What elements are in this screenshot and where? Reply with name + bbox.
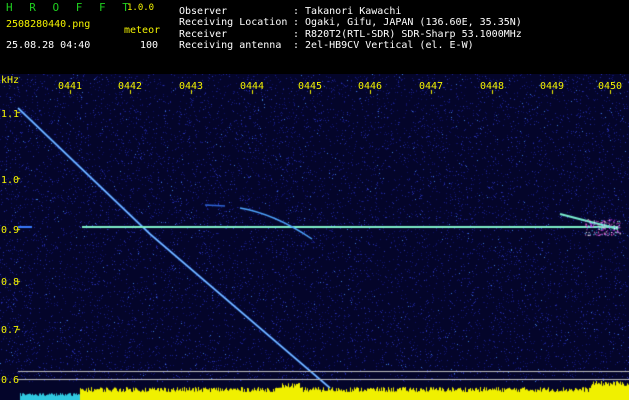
y-tick-label: 0.7 bbox=[1, 325, 20, 336]
field-label-observer: Observer bbox=[179, 6, 228, 17]
app-version: 1.0.0 bbox=[127, 3, 155, 13]
x-tick-label: 0447 bbox=[419, 81, 444, 92]
field-label-antenna: Receiving antenna bbox=[179, 40, 282, 51]
field-label-receiver: Receiver bbox=[179, 29, 228, 40]
y-unit-label: kHz bbox=[1, 75, 20, 86]
y-tick-label: 1.1 bbox=[1, 109, 20, 120]
x-tick-label: 0449 bbox=[540, 81, 565, 92]
file-name: 2508280440.png bbox=[6, 19, 91, 30]
app-brand: H R O F F T bbox=[6, 1, 134, 14]
field-value-receiver: : R820T2(RTL-SDR) SDR-Sharp 53.1000MHz bbox=[293, 29, 522, 40]
field-label-location: Receiving Location bbox=[179, 17, 288, 28]
x-tick-label: 0442 bbox=[118, 81, 143, 92]
x-tick-label: 0448 bbox=[480, 81, 505, 92]
header-panel: H R O F F T 1.0.0 2508280440.png meteor … bbox=[0, 0, 629, 74]
y-tick-label: 0.9 bbox=[1, 225, 20, 236]
field-value-observer: : Takanori Kawachi bbox=[293, 6, 402, 17]
x-tick-label: 0441 bbox=[58, 81, 83, 92]
field-value-location: : Ogaki, Gifu, JAPAN (136.60E, 35.35N) bbox=[293, 17, 522, 28]
x-tick-label: 0446 bbox=[358, 81, 383, 92]
mode-label: meteor bbox=[124, 25, 161, 36]
y-tick-label: 0.6 bbox=[1, 375, 20, 386]
date-time: 25.08.28 04:40 bbox=[6, 40, 91, 51]
y-tick-label: 1.0 bbox=[1, 175, 20, 186]
field-value-antenna: : 2el-HB9CV Vertical (el. E-W) bbox=[293, 40, 474, 51]
x-tick-label: 0445 bbox=[298, 81, 323, 92]
y-tick-label: 0.8 bbox=[1, 277, 20, 288]
x-tick-label: 0444 bbox=[240, 81, 265, 92]
spectrogram-canvas bbox=[0, 74, 629, 400]
x-tick-label: 0450 bbox=[598, 81, 623, 92]
x-tick-label: 0443 bbox=[179, 81, 204, 92]
mode-value: 100 bbox=[140, 40, 159, 51]
